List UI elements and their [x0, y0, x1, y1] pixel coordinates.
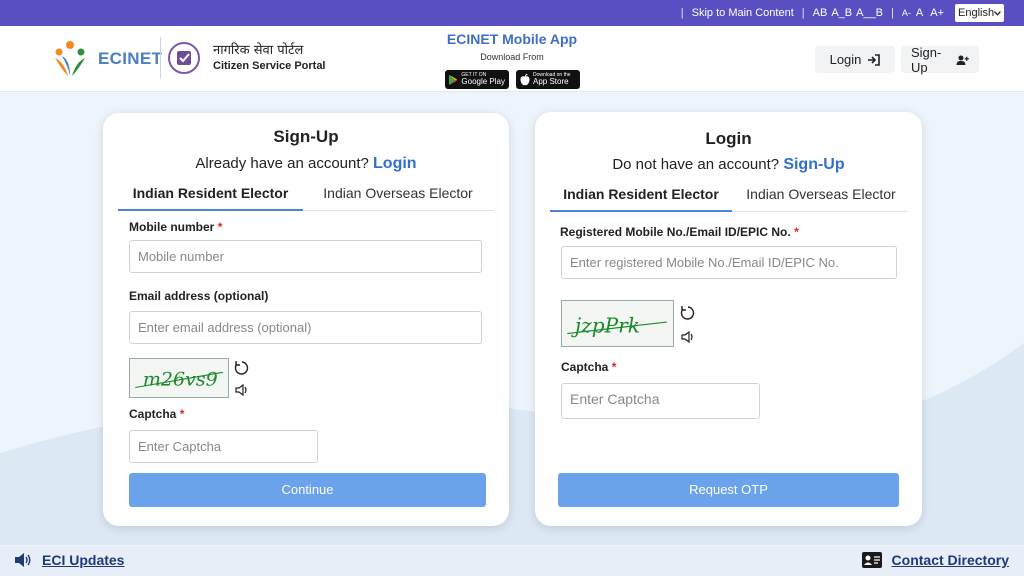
separator: |: [801, 7, 805, 19]
text-spacing-a--b[interactable]: A__B: [856, 7, 883, 19]
apple-icon: [520, 73, 530, 85]
tab-resident-elector[interactable]: Indian Resident Elector: [118, 181, 303, 211]
tab-overseas-elector[interactable]: Indian Overseas Elector: [740, 182, 902, 212]
speaker-icon: [15, 553, 31, 567]
required-asterisk: *: [794, 225, 799, 239]
contact-card-icon: [861, 552, 882, 568]
font-decrease-button[interactable]: A-: [902, 8, 911, 18]
mobile-number-label-text: Mobile number: [129, 220, 215, 234]
top-utility-bar: | Skip to Main Content | AB A_B A__B | A…: [0, 0, 1024, 26]
continue-button[interactable]: Continue: [129, 473, 486, 507]
header-login-button[interactable]: Login: [815, 46, 895, 73]
language-value: English: [958, 7, 995, 19]
login-captcha-image: jzpPrk: [561, 300, 674, 347]
signup-prompt-text: Already have an account?: [195, 155, 369, 172]
required-asterisk: *: [217, 220, 223, 234]
login-prompt-text: Do not have an account?: [612, 156, 780, 173]
chevron-down-icon: [994, 10, 1001, 16]
login-id-input[interactable]: Enter registered Mobile No./Email ID/EPI…: [561, 246, 897, 279]
signup-captcha-input[interactable]: Enter Captcha: [129, 430, 318, 463]
signup-captcha-label-text: Captcha: [129, 407, 177, 421]
site-footer: ECI Updates Contact Directory: [0, 546, 1024, 576]
language-select[interactable]: English: [955, 4, 1004, 22]
signup-captcha-text: m26vs9: [143, 369, 218, 391]
audio-captcha-icon[interactable]: [234, 382, 250, 398]
font-normal-button[interactable]: A: [916, 7, 923, 19]
separator: |: [680, 7, 684, 19]
text-spacing-ab[interactable]: AB: [813, 7, 828, 19]
signup-card: Sign-Up Already have an account? Login I…: [103, 113, 509, 526]
add-user-icon: [956, 54, 969, 65]
login-captcha-label-text: Captcha: [561, 360, 609, 374]
header-login-label: Login: [829, 52, 862, 67]
login-captcha-input[interactable]: Enter Captcha: [561, 383, 760, 419]
eci-updates-link[interactable]: ECI Updates: [42, 552, 124, 568]
eci-updates[interactable]: ECI Updates: [14, 552, 124, 568]
audio-captcha-icon[interactable]: [680, 329, 696, 345]
google-play-button[interactable]: GET IT ON Google Play: [445, 70, 509, 89]
login-title: Login: [705, 129, 752, 148]
app-store-button[interactable]: Download on the App Store: [516, 70, 580, 89]
skip-to-main-link[interactable]: Skip to Main Content: [692, 7, 794, 19]
required-asterisk: *: [611, 360, 617, 374]
login-signup-link[interactable]: Sign-Up: [783, 156, 844, 173]
signup-login-link[interactable]: Login: [373, 155, 417, 172]
mobile-number-input[interactable]: Mobile number: [129, 240, 482, 273]
refresh-captcha-icon[interactable]: [234, 360, 250, 376]
login-prompt: Do not have an account? Sign-Up: [535, 156, 922, 174]
login-id-label: Registered Mobile No./Email ID/EPIC No. …: [560, 225, 799, 239]
app-store-label: App Store: [533, 77, 569, 86]
signup-title: Sign-Up: [273, 127, 339, 146]
login-tabs: Indian Resident Elector Indian Overseas …: [550, 182, 908, 212]
mobile-app-title: ECINET Mobile App: [446, 31, 578, 47]
site-header: ECINET नागरिक सेवा पोर्टल Citizen Servic…: [0, 26, 1024, 92]
refresh-captcha-icon[interactable]: [680, 305, 696, 321]
header-signup-label: Sign-Up: [911, 44, 942, 75]
contact-directory-link[interactable]: Contact Directory: [892, 552, 1009, 568]
required-asterisk: *: [179, 407, 185, 421]
signup-captcha-label: Captcha *: [129, 407, 184, 421]
tab-overseas-elector[interactable]: Indian Overseas Elector: [313, 181, 483, 211]
signup-prompt: Already have an account? Login: [103, 155, 509, 173]
separator: |: [891, 7, 894, 19]
google-play-icon: [449, 74, 458, 85]
google-play-label: Google Play: [461, 77, 505, 86]
contact-directory[interactable]: Contact Directory: [861, 552, 1009, 568]
signup-tabs: Indian Resident Elector Indian Overseas …: [118, 181, 494, 211]
login-card: Login Do not have an account? Sign-Up In…: [535, 112, 922, 526]
tab-resident-elector[interactable]: Indian Resident Elector: [550, 182, 732, 212]
login-arrow-icon: [868, 53, 881, 66]
email-input[interactable]: Enter email address (optional): [129, 311, 482, 344]
font-increase-button[interactable]: A+: [930, 7, 944, 19]
login-captcha-label: Captcha *: [561, 360, 616, 374]
text-spacing-a-b[interactable]: A_B: [831, 7, 852, 19]
header-signup-button[interactable]: Sign-Up: [901, 44, 979, 75]
email-label: Email address (optional): [129, 289, 269, 303]
login-id-label-text: Registered Mobile No./Email ID/EPIC No.: [560, 225, 791, 239]
signup-captcha-image: m26vs9: [129, 358, 229, 398]
login-captcha-text: jzpPrk: [571, 314, 640, 338]
mobile-number-label: Mobile number *: [129, 220, 222, 234]
accessibility-links: | Skip to Main Content | AB A_B A__B | A…: [681, 7, 944, 19]
request-otp-button[interactable]: Request OTP: [558, 473, 899, 507]
